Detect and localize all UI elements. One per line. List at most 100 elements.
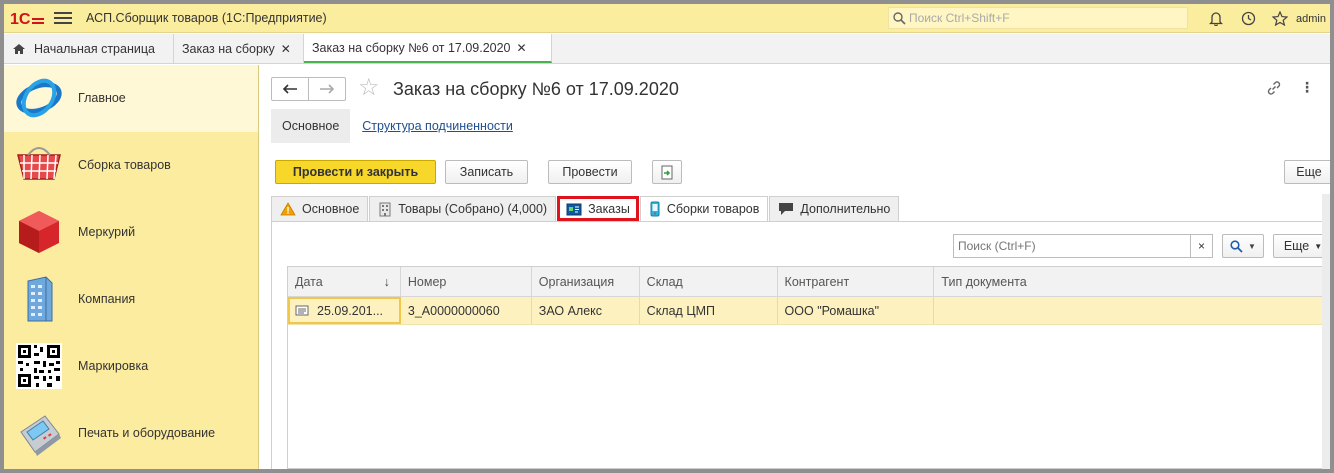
sidebar-item-mercury[interactable]: Меркурий <box>4 199 258 266</box>
cell-counterparty[interactable]: ООО "Ромашка" <box>778 297 935 324</box>
document-icon <box>295 305 309 316</box>
building-list-icon <box>378 202 392 217</box>
qr-code-icon <box>14 341 64 391</box>
tab-goods[interactable]: Товары (Собрано) (4,000) <box>369 196 557 221</box>
tab-main[interactable]: Основное <box>271 196 369 221</box>
payment-terminal-icon <box>14 408 64 458</box>
app-title: АСП.Сборщик товаров (1С:Предприятие) <box>86 11 327 25</box>
1c-logo[interactable]: 1С <box>10 8 48 28</box>
search-icon: ▼ <box>1230 239 1256 253</box>
cell-organization[interactable]: ЗАО Алекс <box>532 297 640 324</box>
save-button[interactable]: Записать <box>445 160 528 184</box>
list-more-label: Еще <box>1283 239 1310 253</box>
user-name[interactable]: admin <box>1296 13 1326 25</box>
tabs-divider <box>271 221 1330 222</box>
vertical-scrollbar[interactable] <box>1322 194 1330 469</box>
cell-date-value: 25.09.201... <box>317 303 384 318</box>
window-tab-strip: Начальная страница Заказ на сборку ✕ Зак… <box>4 34 1330 64</box>
phone-scanner-icon <box>649 201 661 217</box>
print-report-button[interactable] <box>652 160 682 184</box>
history-navigation <box>271 77 346 101</box>
tab-home[interactable]: Начальная страница <box>4 34 174 63</box>
page-title: Заказ на сборку №6 от 17.09.2020 <box>393 79 679 99</box>
document-form: ☆ Заказ на сборку №6 от 17.09.2020 ⋮ Осн… <box>260 65 1330 469</box>
tab-order-6[interactable]: Заказ на сборку №6 от 17.09.2020 ✕ <box>304 34 552 63</box>
column-organization[interactable]: Организация <box>532 267 640 296</box>
form-tabs: Основное Товары (Собрано) (4,000) Заказы… <box>271 196 900 221</box>
tab-orders[interactable]: Заказы <box>557 196 639 221</box>
sidebar-item-label: Компания <box>78 292 136 306</box>
sidebar: Главное Сборка товаров Меркурий Компания… <box>4 65 259 469</box>
column-date-label: Дата <box>295 274 323 289</box>
list-search-input[interactable] <box>954 235 1190 257</box>
orders-table: Дата ↓ Номер Организация Склад Контраген… <box>287 266 1330 469</box>
sidebar-item-assembly[interactable]: Сборка товаров <box>4 132 258 199</box>
forward-arrow-icon[interactable] <box>309 78 345 100</box>
menu-icon[interactable] <box>54 9 72 27</box>
tab-orders-label: Заказы <box>588 202 630 216</box>
subnav-main[interactable]: Основное <box>271 109 351 143</box>
building-icon <box>14 274 64 324</box>
tab-additional[interactable]: Дополнительно <box>769 196 900 221</box>
form-subnav: Основное Структура подчиненности <box>271 109 513 143</box>
close-icon[interactable]: ✕ <box>517 41 527 55</box>
more-actions-icon[interactable]: ⋮ <box>1300 79 1314 96</box>
svg-text:1С: 1С <box>10 11 31 27</box>
star-icon[interactable] <box>1264 11 1296 26</box>
column-warehouse[interactable]: Склад <box>640 267 778 296</box>
tab-assemblies[interactable]: Сборки товаров <box>639 196 769 221</box>
home-icon <box>12 43 26 55</box>
list-search-field[interactable]: × <box>953 234 1213 258</box>
column-doc-type[interactable]: Тип документа <box>934 267 1330 296</box>
bell-icon[interactable] <box>1200 11 1232 26</box>
main-section-icon <box>14 73 64 123</box>
shopping-basket-icon <box>14 140 64 190</box>
global-search-input[interactable]: Поиск Ctrl+Shift+F <box>888 7 1188 29</box>
more-button[interactable]: Еще <box>1284 160 1330 184</box>
sidebar-item-label: Печать и оборудование <box>78 426 216 440</box>
search-button[interactable]: ▼ <box>1222 234 1264 258</box>
favorite-star-icon[interactable]: ☆ <box>358 76 380 100</box>
cell-date[interactable]: 25.09.201... <box>288 297 401 324</box>
sidebar-item-label: Главное <box>78 91 126 105</box>
post-button[interactable]: Провести <box>548 160 632 184</box>
top-icons: admin <box>1200 4 1330 33</box>
chevron-down-icon: ▼ <box>1314 241 1323 251</box>
column-number[interactable]: Номер <box>401 267 532 296</box>
column-date[interactable]: Дата ↓ <box>288 267 401 296</box>
warning-icon <box>280 202 296 216</box>
top-bar: 1С АСП.Сборщик товаров (1С:Предприятие) … <box>4 4 1330 33</box>
sidebar-item-label: Меркурий <box>78 225 136 239</box>
table-row[interactable]: 25.09.201... 3_А0000000060 ЗАО Алекс Скл… <box>288 297 1330 325</box>
app-window: 1С АСП.Сборщик товаров (1С:Предприятие) … <box>4 4 1330 469</box>
sidebar-item-marking[interactable]: Маркировка <box>4 333 258 400</box>
column-counterparty[interactable]: Контрагент <box>778 267 935 296</box>
post-and-close-button[interactable]: Провести и закрыть <box>275 160 436 184</box>
document-arrow-icon <box>660 165 674 180</box>
panel-border <box>271 221 272 469</box>
tab-main-label: Основное <box>302 202 360 216</box>
cell-warehouse[interactable]: Склад ЦМП <box>640 297 778 324</box>
card-icon <box>566 203 582 216</box>
sidebar-item-company[interactable]: Компания <box>4 266 258 333</box>
subnav-structure-link[interactable]: Структура подчиненности <box>362 119 513 133</box>
link-icon[interactable] <box>1266 80 1282 99</box>
tab-order-list[interactable]: Заказ на сборку ✕ <box>174 34 304 63</box>
back-arrow-icon[interactable] <box>272 78 309 100</box>
close-icon[interactable]: ✕ <box>281 42 291 56</box>
sort-down-icon: ↓ <box>383 274 390 289</box>
search-icon <box>889 11 909 25</box>
cell-doc-type[interactable] <box>934 297 1330 324</box>
history-icon[interactable] <box>1232 11 1264 26</box>
red-cube-icon <box>14 207 64 257</box>
sidebar-item-main[interactable]: Главное <box>4 65 258 132</box>
clear-icon[interactable]: × <box>1190 235 1212 257</box>
tab-goods-label: Товары (Собрано) (4,000) <box>398 202 548 216</box>
tab-order-list-label: Заказ на сборку <box>182 41 275 56</box>
sidebar-item-printing[interactable]: Печать и оборудование <box>4 400 258 467</box>
cell-number[interactable]: 3_А0000000060 <box>401 297 532 324</box>
global-search-placeholder: Поиск Ctrl+Shift+F <box>909 11 1010 25</box>
table-header: Дата ↓ Номер Организация Склад Контраген… <box>288 267 1330 297</box>
tab-order-6-label: Заказ на сборку №6 от 17.09.2020 <box>312 40 511 55</box>
tab-home-label: Начальная страница <box>34 41 155 56</box>
